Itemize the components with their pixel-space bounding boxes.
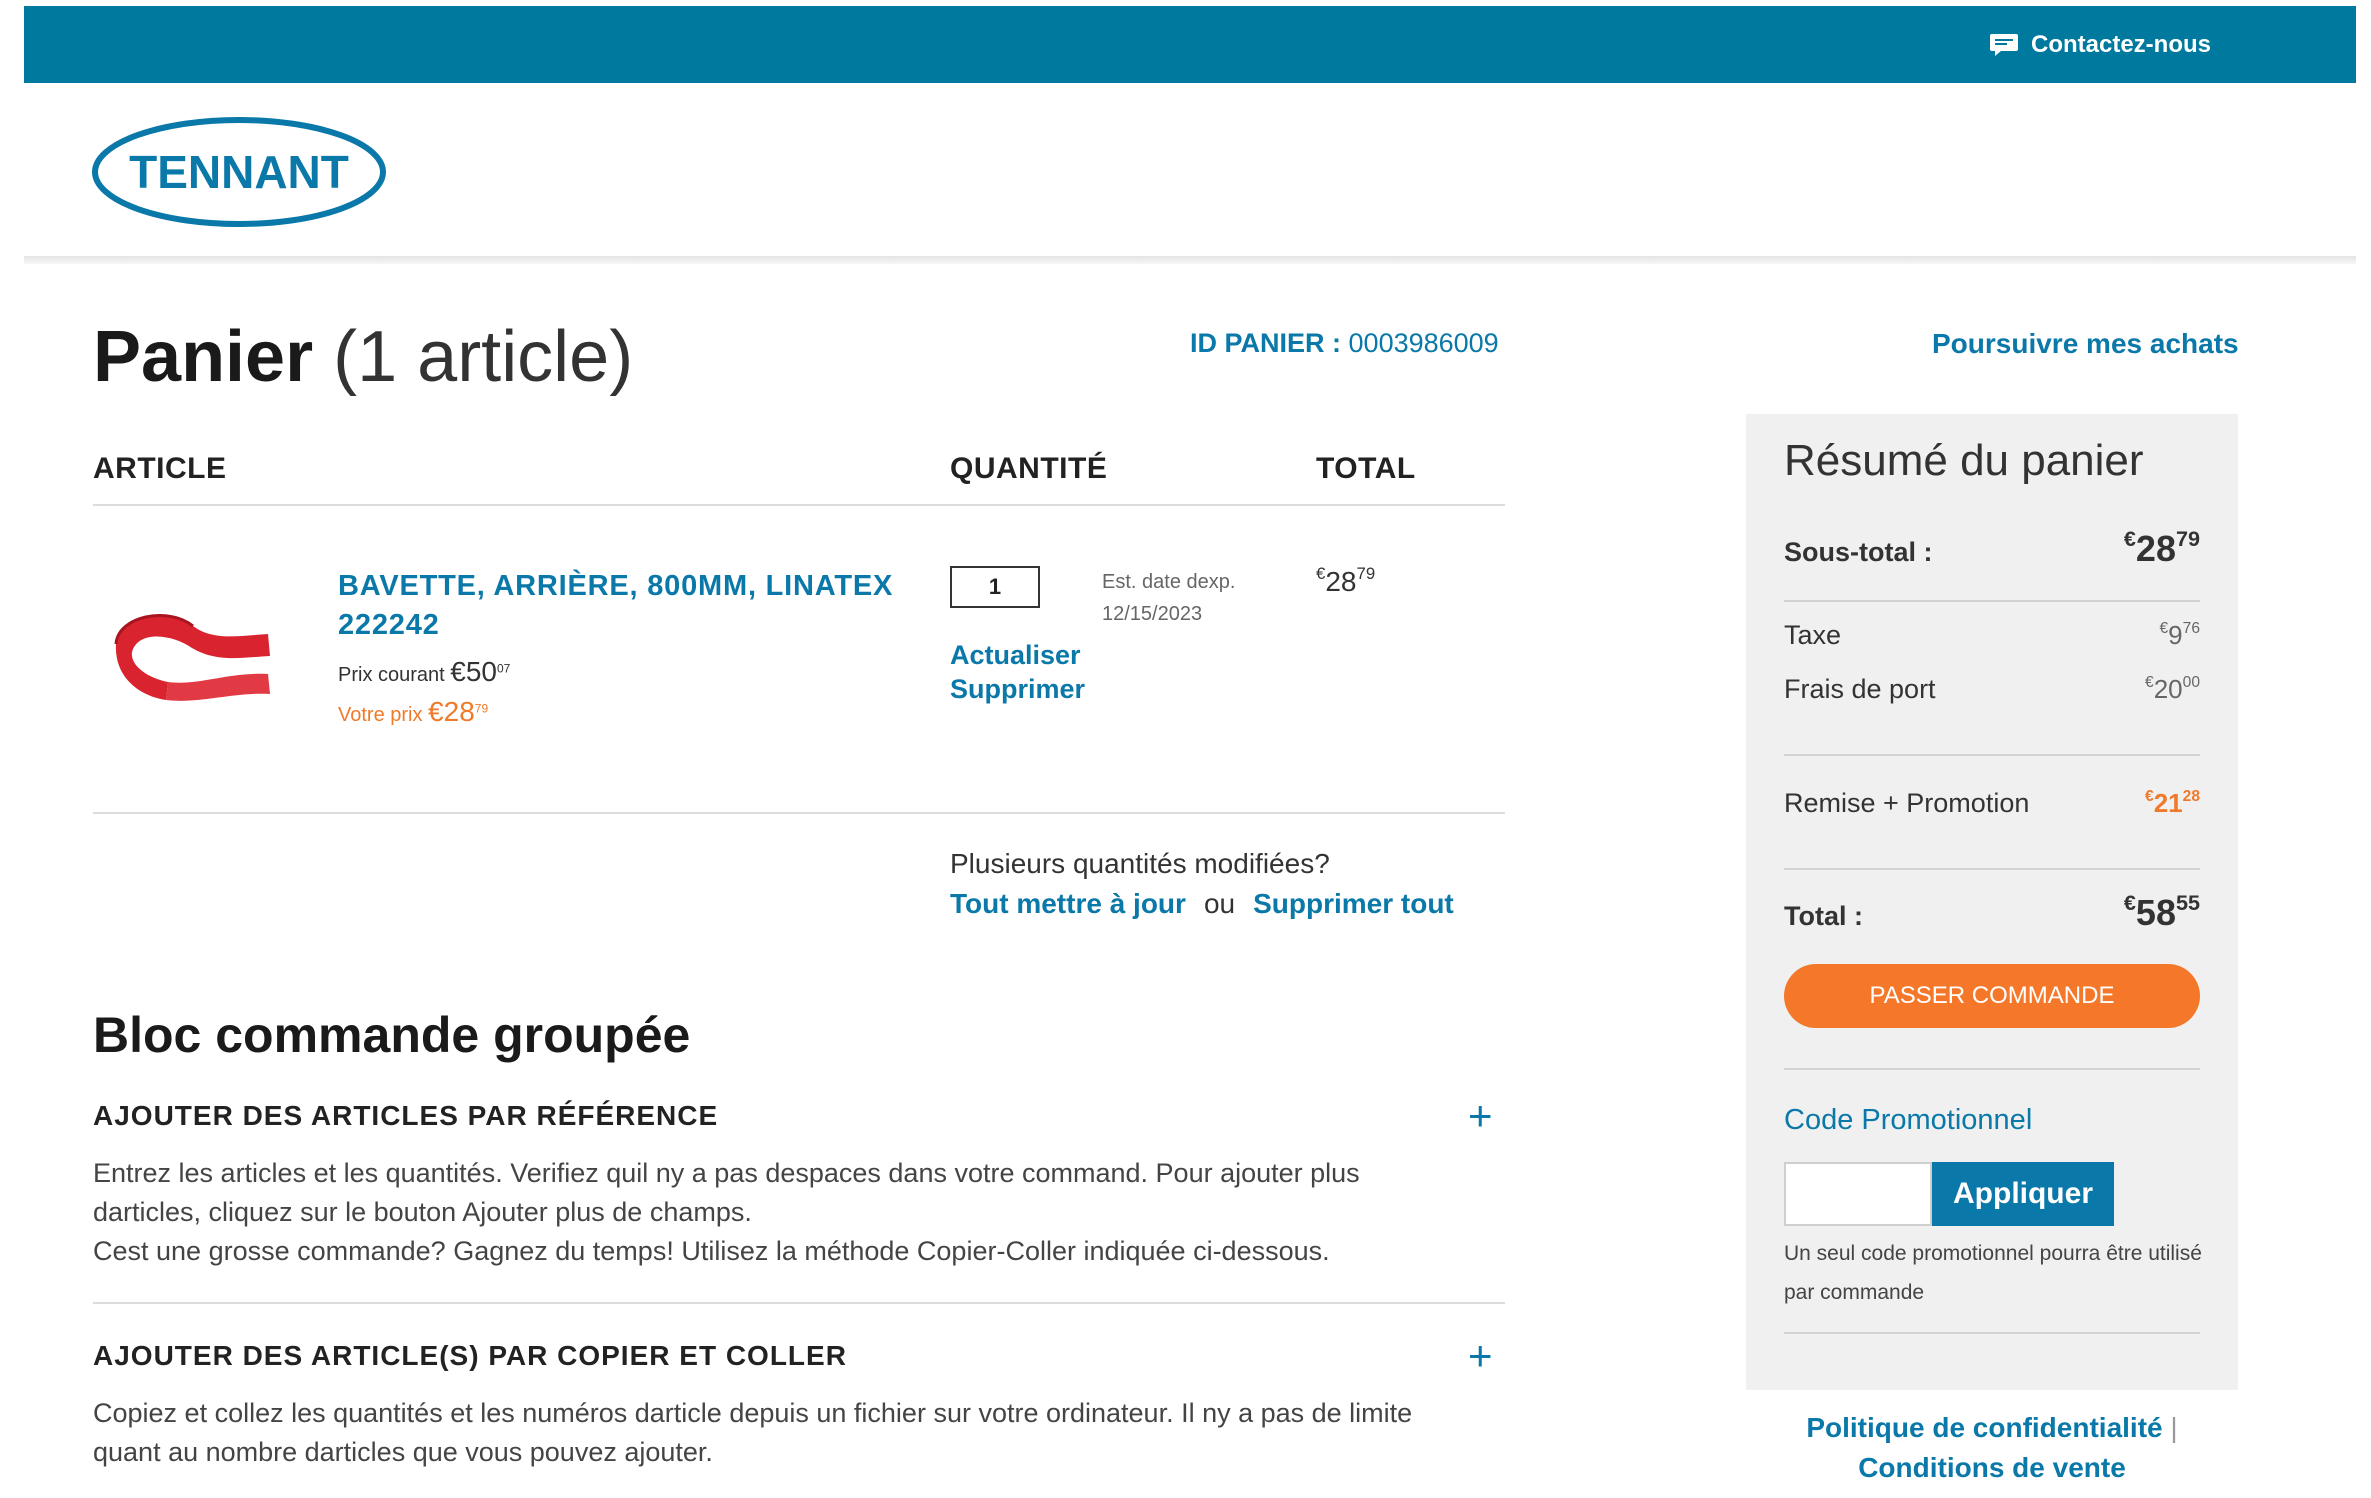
chat-icon	[1990, 33, 2018, 56]
reference-tip: Cest une grosse commande? Gagnez du temp…	[93, 1236, 1330, 1266]
list-price-value: €50	[450, 656, 497, 687]
terms-of-sale-link[interactable]: Conditions de vente	[1746, 1448, 2238, 1488]
update-all-link[interactable]: Tout mettre à jour	[950, 888, 1186, 919]
product-part-number[interactable]: 222242	[338, 606, 893, 645]
subtotal-value: €2879	[2123, 526, 2200, 570]
tax-row: Taxe €976	[1784, 620, 2200, 651]
divider	[1784, 600, 2200, 602]
link-separator: |	[2170, 1412, 2178, 1443]
your-price-label: Votre prix	[338, 704, 423, 726]
accordion-copy-paste-body: Copiez et collez les quantités et les nu…	[93, 1398, 1413, 1467]
divider	[93, 812, 1505, 814]
cart-id-label: ID PANIER :	[1190, 328, 1342, 358]
tennant-logo[interactable]: TENNANT	[92, 116, 388, 233]
divider	[1784, 754, 2200, 756]
product-name[interactable]: BAVETTE, ARRIÈRE, 800MM, LINATEX 222242	[338, 567, 893, 645]
remove-link[interactable]: Supprimer	[950, 672, 1085, 706]
line-total-value: 28	[1325, 565, 1357, 597]
checkout-button[interactable]: PASSER COMMANDE	[1784, 964, 2200, 1028]
bulk-order-title: Bloc commande groupée	[93, 1007, 691, 1063]
multi-update: Plusieurs quantités modifiées? Tout mett…	[950, 844, 1454, 924]
contact-label: Contactez-nous	[2031, 30, 2211, 58]
discount-value: €2128	[2145, 788, 2200, 818]
reference-instructions: Entrez les articles et les quantités. Ve…	[93, 1158, 1360, 1227]
tax-label: Taxe	[1784, 620, 1842, 650]
summary-title: Résumé du panier	[1784, 436, 2144, 485]
subtotal-row: Sous-total : €2879	[1784, 526, 2200, 570]
estimated-ship: Est. date dexp. 12/15/2023	[1102, 566, 1235, 630]
column-article: ARTICLE	[93, 452, 227, 485]
list-price: Prix courant €5007	[338, 656, 510, 688]
contact-link[interactable]: Contactez-nous	[1989, 6, 2211, 83]
line-total: €2879	[1316, 564, 1375, 598]
apply-promo-button[interactable]: Appliquer	[1932, 1162, 2114, 1226]
promo-help-text: Un seul code promotionnel pourra être ut…	[1784, 1242, 2202, 1304]
your-price-value: €28	[428, 696, 475, 727]
divider	[93, 1302, 1505, 1304]
total-row: Total : €5855	[1784, 890, 2200, 934]
est-label: Est. date dexp.	[1102, 571, 1236, 593]
item-actions: Actualiser Supprimer	[950, 638, 1085, 706]
tax-value: €976	[2159, 620, 2200, 650]
cart-id: ID PANIER : 0003986009	[1190, 328, 1499, 359]
your-price: Votre prix €2879	[338, 696, 488, 728]
continue-shopping-link[interactable]: Poursuivre mes achats	[1932, 328, 2239, 360]
column-total: TOTAL	[1316, 452, 1416, 485]
cart-summary: Résumé du panier Sous-total : €2879 Taxe…	[1746, 414, 2238, 1390]
update-link[interactable]: Actualiser	[950, 638, 1085, 672]
accordion-by-reference[interactable]: AJOUTER DES ARTICLES PAR RÉFÉRENCE	[93, 1100, 718, 1132]
promo-code-label[interactable]: Code Promotionnel	[1784, 1104, 2032, 1137]
footer-links: Politique de confidentialité | Condition…	[1746, 1408, 2238, 1488]
multi-question: Plusieurs quantités modifiées?	[950, 848, 1330, 879]
page-title: Panier (1 article)	[93, 316, 633, 398]
discount-row: Remise + Promotion €2128	[1784, 788, 2200, 819]
total-label: Total :	[1784, 901, 1863, 932]
line-total-cents: 79	[1356, 564, 1376, 583]
total-value: €5855	[2123, 890, 2200, 934]
privacy-policy-link[interactable]: Politique de confidentialité	[1806, 1412, 2162, 1443]
your-price-cents: 79	[474, 701, 489, 716]
est-date: 12/15/2023	[1102, 603, 1203, 625]
plus-icon[interactable]: +	[1468, 1332, 1493, 1380]
subtotal-label: Sous-total :	[1784, 537, 1933, 568]
header-divider	[24, 256, 2356, 264]
shipping-value: €2000	[2145, 674, 2200, 704]
cart-title: Panier	[93, 317, 314, 397]
or-text: ou	[1203, 888, 1236, 919]
discount-label: Remise + Promotion	[1784, 788, 2030, 818]
cart-id-value: 0003986009	[1348, 328, 1499, 358]
list-price-label: Prix courant	[338, 664, 445, 686]
top-bar: Contactez-nous	[24, 6, 2356, 83]
divider	[93, 504, 1505, 506]
divider	[1784, 868, 2200, 870]
shipping-row: Frais de port €2000	[1784, 674, 2200, 705]
remove-all-link[interactable]: Supprimer tout	[1253, 888, 1454, 919]
accordion-by-reference-body: Entrez les articles et les quantités. Ve…	[93, 1154, 1473, 1271]
logo-text: TENNANT	[129, 146, 349, 198]
divider	[1784, 1332, 2200, 1334]
list-price-cents: 07	[497, 661, 511, 676]
divider	[1784, 1068, 2200, 1070]
quantity-input[interactable]: 1	[950, 566, 1040, 608]
product-image[interactable]	[108, 596, 278, 711]
shipping-label: Frais de port	[1784, 674, 1936, 704]
promo-code-input[interactable]	[1784, 1162, 1932, 1226]
product-title[interactable]: BAVETTE, ARRIÈRE, 800MM, LINATEX	[338, 567, 893, 606]
column-quantity: QUANTITÉ	[950, 452, 1108, 485]
cart-count: (1 article)	[333, 317, 634, 397]
accordion-copy-paste[interactable]: AJOUTER DES ARTICLE(S) PAR COPIER ET COL…	[93, 1340, 847, 1372]
line-total-currency: €	[1316, 564, 1326, 583]
plus-icon[interactable]: +	[1468, 1092, 1493, 1140]
